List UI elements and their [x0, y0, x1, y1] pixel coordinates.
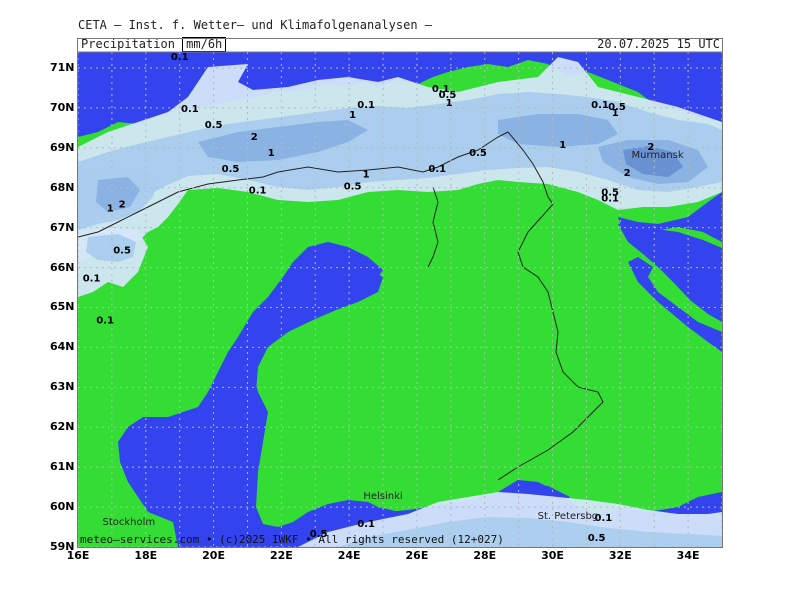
- contour-label: 2: [251, 132, 258, 143]
- copyright-footer: meteo–services.com • (c)2025 IWKF • All …: [80, 533, 504, 546]
- latitude-tick-label: 69N: [50, 140, 75, 154]
- latitude-tick-label: 64N: [50, 340, 75, 354]
- latitude-tick-label: 61N: [50, 460, 75, 474]
- latitude-tick-label: 71N: [50, 60, 75, 74]
- latitude-tick-label: 62N: [50, 420, 75, 434]
- longitude-tick-label: 24E: [337, 549, 361, 562]
- valid-time: 20.07.2025 15 UTC: [597, 37, 720, 51]
- longitude-tick-label: 30E: [541, 549, 564, 562]
- map-subtitle: Precipitation mm/6h: [81, 37, 227, 52]
- contour-label: 1: [612, 108, 619, 119]
- contour-label: 0.1: [357, 100, 375, 111]
- contour-label: 0.1: [601, 194, 619, 205]
- contour-label: 1: [268, 148, 275, 159]
- map-title: CETA – Inst. f. Wetter– und Klimafolgena…: [78, 18, 433, 32]
- contour-label: 1: [349, 110, 356, 121]
- longitude-tick-label: 20E: [202, 549, 225, 562]
- contour-label: 2: [624, 168, 631, 179]
- contour-label: 0.1: [249, 186, 267, 197]
- latitude-tick-label: 70N: [50, 100, 75, 114]
- longitude-tick-label: 22E: [269, 549, 293, 562]
- longitude-tick-label: 16E: [66, 549, 90, 562]
- contour-label: 0.1: [83, 274, 101, 285]
- contour-label: 0.1: [181, 104, 199, 115]
- longitude-tick-label: 28E: [473, 549, 497, 562]
- contour-label: 0.5: [588, 533, 606, 544]
- latitude-tick-label: 65N: [50, 300, 75, 314]
- contour-label: 0.1: [357, 519, 375, 530]
- latitude-tick-label: 60N: [50, 500, 75, 514]
- variable-name: Precipitation: [81, 37, 175, 51]
- contour-label: 0.5: [205, 120, 223, 131]
- contour-label: 0.5: [469, 148, 487, 159]
- contour-label: 0.1: [591, 100, 609, 111]
- contour-label: 0.5: [113, 246, 131, 257]
- latitude-tick-label: 63N: [50, 380, 75, 394]
- city-label: St. Petersbg.: [538, 511, 602, 522]
- contour-label: 0.1: [428, 164, 446, 175]
- latitude-tick-label: 68N: [50, 180, 75, 194]
- longitude-tick-label: 18E: [134, 549, 158, 562]
- contour-label: 0.5: [344, 182, 362, 193]
- contour-label: 0.5: [222, 164, 240, 175]
- city-label: Murmansk: [632, 150, 684, 161]
- latitude-tick-label: 66N: [50, 260, 75, 274]
- contour-label: 1: [107, 204, 114, 215]
- city-label: Stockholm: [103, 517, 156, 528]
- contour-label: 2: [119, 200, 126, 211]
- longitude-tick-label: 34E: [676, 549, 700, 562]
- unit-label: mm/6h: [182, 37, 227, 52]
- precipitation-map: 0.10.10.5210.50.10.1110.50.10.10.510.510…: [78, 52, 722, 547]
- contour-label: 1: [559, 140, 566, 151]
- longitude-tick-label: 26E: [405, 549, 429, 562]
- longitude-tick-label: 32E: [608, 549, 632, 562]
- contour-label: 0.1: [171, 52, 189, 63]
- contour-label: 1: [363, 170, 370, 181]
- latitude-tick-label: 67N: [50, 220, 75, 234]
- city-label: Helsinki: [363, 491, 402, 502]
- contour-label: 1: [446, 98, 453, 109]
- contour-label: 0.1: [96, 315, 114, 326]
